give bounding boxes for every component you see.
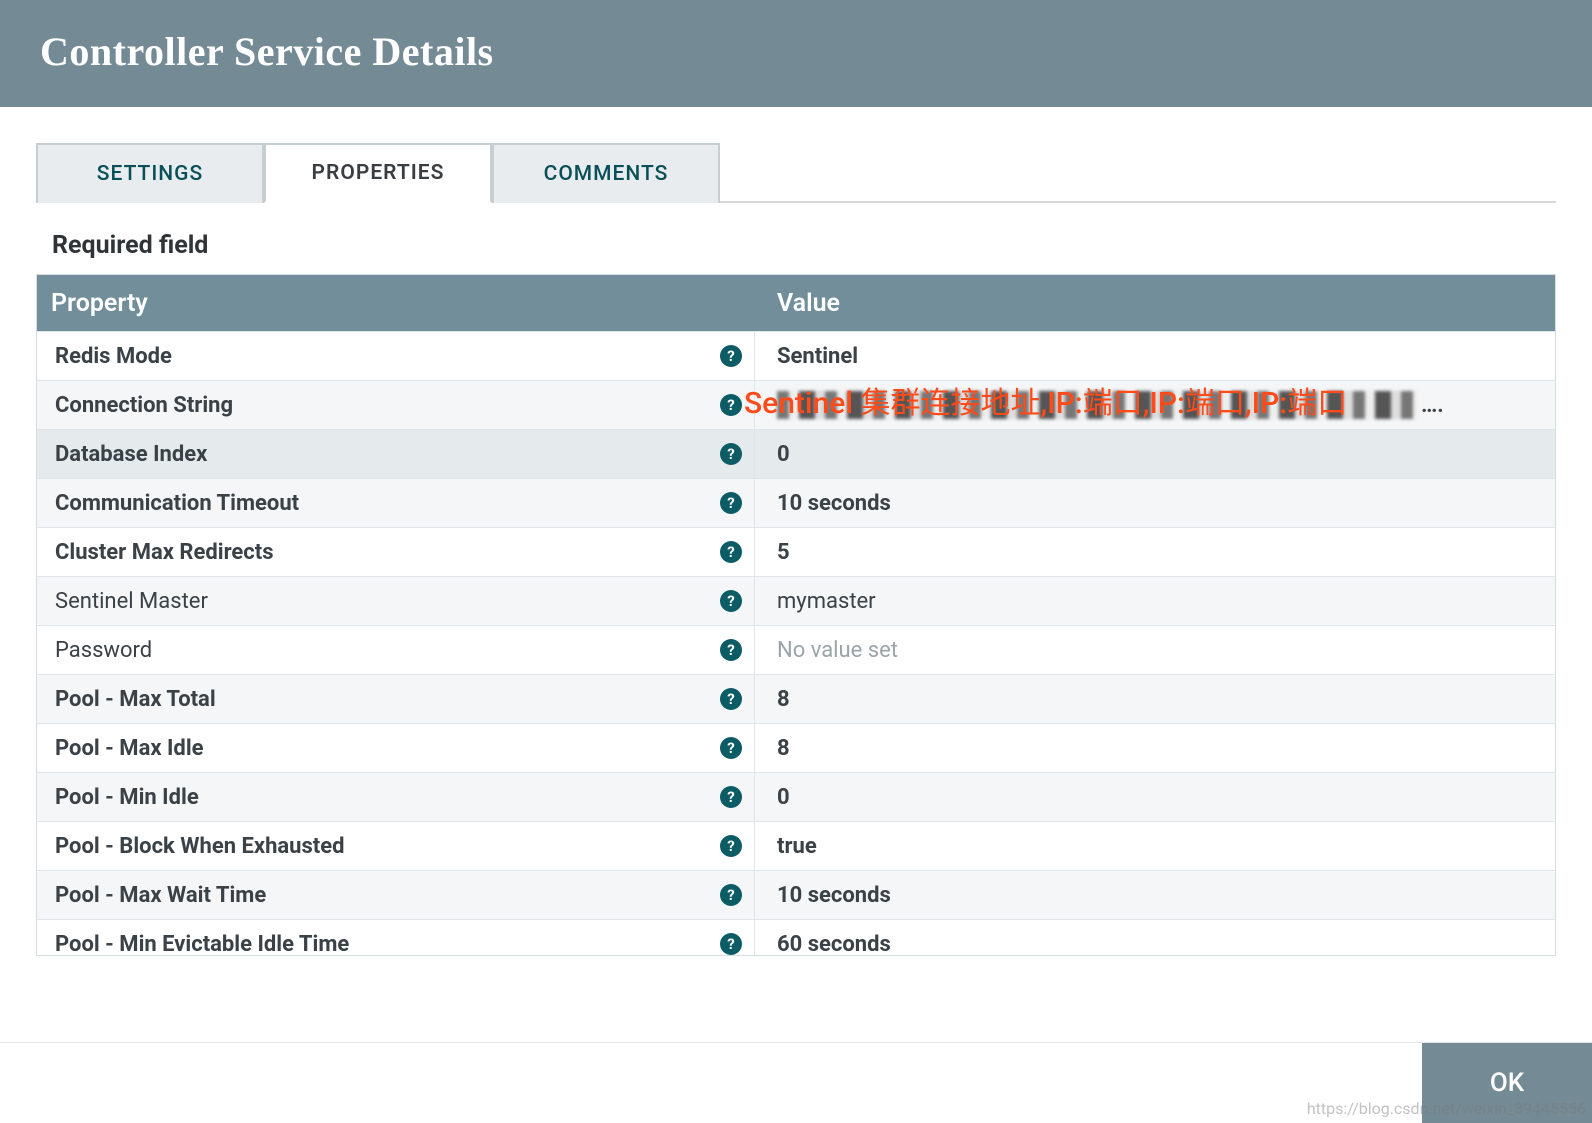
watermark: https://blog.csdn.net/weixin_39445556	[1307, 1099, 1586, 1118]
property-value-label: 0	[777, 442, 790, 467]
property-name-label: Pool - Max Wait Time	[55, 883, 266, 908]
table-row[interactable]: Pool - Min Idle? 0	[37, 772, 1555, 821]
property-name-cell: Communication Timeout?	[37, 479, 755, 527]
property-name-cell: Cluster Max Redirects?	[37, 528, 755, 576]
property-name-label: Password	[55, 638, 152, 663]
property-name-label: Redis Mode	[55, 344, 172, 369]
table-row[interactable]: Pool - Min Evictable Idle Time? 60 second…	[37, 919, 1555, 955]
property-name-label: Pool - Max Total	[55, 687, 216, 712]
annotation-overlay: Sentinel 集群连接地址,IP:端口,IP:端口,IP:端口	[744, 378, 1347, 422]
required-field-label: Required field	[52, 231, 1556, 260]
content-area: SETTINGS PROPERTIES COMMENTS Required fi…	[0, 107, 1592, 956]
property-name-label: Cluster Max Redirects	[55, 540, 274, 565]
property-name-label: Pool - Max Idle	[55, 736, 204, 761]
help-icon[interactable]: ?	[720, 786, 742, 808]
table-row[interactable]: Database Index? 0	[37, 429, 1555, 478]
property-name-cell: Pool - Max Wait Time?	[37, 871, 755, 919]
property-value-cell[interactable]: 10 seconds	[755, 871, 1555, 919]
property-value-label: No value set	[777, 638, 898, 663]
help-icon[interactable]: ?	[720, 933, 742, 955]
dialog-header: Controller Service Details	[0, 0, 1592, 107]
property-value-cell[interactable]: No value set	[755, 626, 1555, 674]
property-value-cell[interactable]: true	[755, 822, 1555, 870]
help-icon[interactable]: ?	[720, 639, 742, 661]
property-value-cell[interactable]: 10 seconds	[755, 479, 1555, 527]
property-name-cell: Database Index?	[37, 430, 755, 478]
property-name-label: Connection String	[55, 393, 233, 418]
table-row[interactable]: Communication Timeout? 10 seconds	[37, 478, 1555, 527]
property-value-label: 60 seconds	[777, 932, 891, 956]
property-name-cell: Redis Mode?	[37, 332, 755, 380]
property-value-cell[interactable]: Sentinel	[755, 332, 1555, 380]
property-name-cell: Pool - Min Idle?	[37, 773, 755, 821]
property-name-cell: Pool - Block When Exhausted?	[37, 822, 755, 870]
property-value-label: Sentinel	[777, 344, 858, 369]
property-value-label: 10 seconds	[777, 883, 891, 908]
help-icon[interactable]: ?	[720, 541, 742, 563]
help-icon[interactable]: ?	[720, 737, 742, 759]
header-value: Value	[755, 289, 1555, 318]
help-icon[interactable]: ?	[720, 590, 742, 612]
property-name-cell: Pool - Min Evictable Idle Time?	[37, 920, 755, 955]
property-value-cell[interactable]: 0	[755, 773, 1555, 821]
property-name-cell: Pool - Max Total?	[37, 675, 755, 723]
table-row[interactable]: Pool - Block When Exhausted? true	[37, 821, 1555, 870]
property-name-label: Communication Timeout	[55, 491, 299, 516]
property-value-label: 0	[777, 785, 790, 810]
property-name-label: Pool - Min Evictable Idle Time	[55, 932, 349, 956]
help-icon[interactable]: ?	[720, 394, 742, 416]
tab-comments[interactable]: COMMENTS	[492, 143, 720, 203]
tab-settings[interactable]: SETTINGS	[36, 143, 264, 203]
tab-properties[interactable]: PROPERTIES	[264, 143, 492, 203]
property-value-cell[interactable]: 0	[755, 430, 1555, 478]
property-value-cell[interactable]: 60 seconds	[755, 920, 1555, 955]
table-body: Redis Mode?SentinelConnection String?….D…	[37, 331, 1555, 955]
table-row[interactable]: Sentinel Master? mymaster	[37, 576, 1555, 625]
property-value-cell[interactable]: 5	[755, 528, 1555, 576]
property-name-cell: Password?	[37, 626, 755, 674]
help-icon[interactable]: ?	[720, 835, 742, 857]
property-value-cell[interactable]: 8	[755, 724, 1555, 772]
table-row[interactable]: Pool - Max Total? 8	[37, 674, 1555, 723]
property-value-label: 10 seconds	[777, 491, 891, 516]
dialog-title: Controller Service Details	[40, 28, 1552, 75]
table-header: Property Value	[37, 275, 1555, 331]
properties-table: Property Value Redis Mode? Sentinel Connec…	[36, 274, 1556, 956]
property-name-cell: Sentinel Master?	[37, 577, 755, 625]
property-name-label: Sentinel Master	[55, 589, 208, 614]
help-icon[interactable]: ?	[720, 345, 742, 367]
help-icon[interactable]: ?	[720, 884, 742, 906]
property-name-label: Database Index	[55, 442, 207, 467]
table-row[interactable]: Pool - Max Wait Time? 10 seconds	[37, 870, 1555, 919]
property-value-label: mymaster	[777, 589, 876, 614]
property-value-label: 8	[777, 687, 790, 712]
header-property: Property	[37, 289, 755, 318]
property-value-label: 8	[777, 736, 790, 761]
property-name-label: Pool - Block When Exhausted	[55, 834, 345, 859]
property-value-label: 5	[777, 540, 790, 565]
property-value-cell[interactable]: mymaster	[755, 577, 1555, 625]
property-name-cell: Pool - Max Idle?	[37, 724, 755, 772]
table-row[interactable]: Password? No value set	[37, 625, 1555, 674]
help-icon[interactable]: ?	[720, 492, 742, 514]
help-icon[interactable]: ?	[720, 443, 742, 465]
table-row[interactable]: Pool - Max Idle? 8	[37, 723, 1555, 772]
property-value-cell[interactable]: 8	[755, 675, 1555, 723]
table-row[interactable]: Cluster Max Redirects? 5	[37, 527, 1555, 576]
tabs-row: SETTINGS PROPERTIES COMMENTS	[36, 143, 1556, 203]
property-name-cell: Connection String?	[37, 381, 755, 429]
help-icon[interactable]: ?	[720, 688, 742, 710]
table-row[interactable]: Redis Mode? Sentinel	[37, 331, 1555, 380]
property-name-label: Pool - Min Idle	[55, 785, 199, 810]
property-value-label: true	[777, 834, 817, 859]
